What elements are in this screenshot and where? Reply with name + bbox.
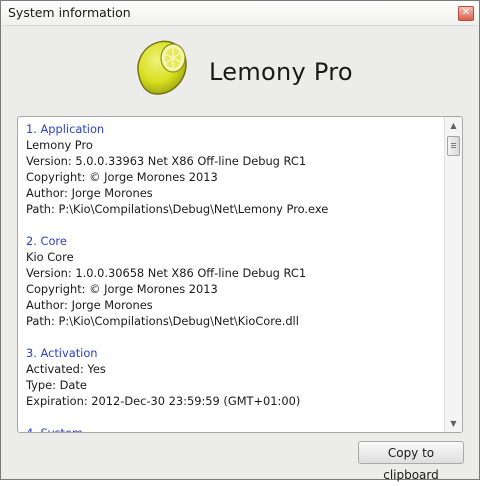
info-line: Path: P:\Kio\Compilations\Debug\Net\KioC… — [26, 314, 299, 328]
section-core: 2. Core Kio Core Version: 1.0.0.30658 Ne… — [26, 233, 441, 329]
section-heading: 4. System — [26, 426, 83, 433]
scroll-down-button[interactable]: ▼ — [445, 415, 462, 432]
section-application: 1. Application Lemony Pro Version: 5.0.0… — [26, 121, 441, 217]
grip-line — [451, 145, 456, 146]
grip-line — [451, 147, 456, 148]
section-system: 4. System — [26, 425, 441, 433]
info-line: Author: Jorge Morones — [26, 186, 153, 200]
info-line: Version: 1.0.0.30658 Net X86 Off-line De… — [26, 266, 307, 280]
window-title: System information — [8, 5, 131, 20]
info-content: 1. Application Lemony Pro Version: 5.0.0… — [26, 121, 441, 433]
section-heading: 3. Activation — [26, 346, 98, 360]
info-line: Copyright: © Jorge Morones 2013 — [26, 282, 218, 296]
scroll-thumb[interactable] — [447, 136, 460, 156]
info-line: Version: 5.0.0.33963 Net X86 Off-line De… — [26, 154, 307, 168]
info-line: Author: Jorge Morones — [26, 298, 153, 312]
system-information-window: System information ✕ Lemony Pro 1. Appli… — [0, 0, 480, 482]
info-line: Kio Core — [26, 250, 74, 264]
info-line: Lemony Pro — [26, 138, 93, 152]
arrow-up-icon: ▲ — [450, 121, 457, 130]
app-header: Lemony Pro — [1, 26, 479, 111]
section-heading: 2. Core — [26, 234, 67, 248]
info-text-box[interactable]: 1. Application Lemony Pro Version: 5.0.0… — [17, 116, 463, 433]
info-line: Type: Date — [26, 378, 87, 392]
grip-line — [451, 143, 456, 144]
close-button[interactable]: ✕ — [458, 6, 474, 21]
info-line: Path: P:\Kio\Compilations\Debug\Net\Lemo… — [26, 202, 329, 216]
copy-to-clipboard-button[interactable]: Copy to clipboard — [358, 441, 464, 482]
scroll-up-button[interactable]: ▲ — [445, 117, 462, 134]
info-line: Activated: Yes — [26, 362, 106, 376]
info-line: Copyright: © Jorge Morones 2013 — [26, 170, 218, 184]
info-line: Expiration: 2012-Dec-30 23:59:59 (GMT+01… — [26, 394, 301, 408]
title-bar[interactable]: System information ✕ — [1, 1, 479, 26]
section-activation: 3. Activation Activated: Yes Type: Date … — [26, 345, 441, 409]
close-icon: ✕ — [461, 7, 471, 18]
section-heading: 1. Application — [26, 122, 105, 136]
lemon-icon — [137, 40, 187, 95]
arrow-down-icon: ▼ — [450, 419, 457, 428]
vertical-scrollbar[interactable]: ▲ ▼ — [444, 117, 462, 432]
app-name: Lemony Pro — [209, 58, 353, 86]
